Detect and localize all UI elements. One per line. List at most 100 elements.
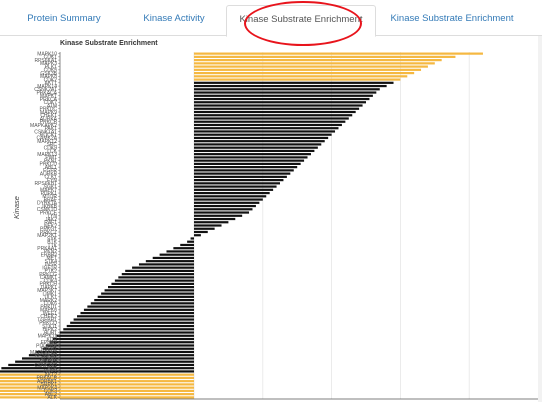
bar-mapk10[interactable]: [194, 52, 483, 55]
bar-egfr[interactable]: [194, 169, 294, 172]
bar-hipk2[interactable]: [63, 328, 194, 331]
bar-cdk1[interactable]: [194, 55, 456, 58]
tab-kinase-substrate-enrichment-2[interactable]: Kinase Substrate Enrichment: [382, 8, 522, 36]
bar-ttk[interactable]: [180, 243, 194, 247]
bar-camk1[interactable]: [118, 276, 194, 279]
bar-src[interactable]: [194, 143, 322, 146]
bar-ulk1[interactable]: [97, 295, 194, 298]
bar-csnk2a1[interactable]: [194, 88, 380, 91]
bar-prkcz[interactable]: [194, 230, 208, 234]
bar-grk2[interactable]: [0, 370, 195, 373]
bar-aurka[interactable]: [194, 117, 349, 120]
bar-pdgfrb[interactable]: [46, 344, 194, 347]
bar-abl1[interactable]: [194, 166, 298, 169]
bar-chek2[interactable]: [77, 315, 194, 318]
bar-atr[interactable]: [1, 367, 194, 370]
bar-cdk9[interactable]: [194, 146, 318, 149]
bar-cdk3[interactable]: [0, 389, 194, 392]
bar-clk1[interactable]: [194, 175, 287, 178]
bar-cdk4[interactable]: [114, 279, 194, 282]
bar-dapk1[interactable]: [108, 286, 194, 289]
bar-tgfbr1[interactable]: [73, 318, 194, 321]
bar-map2k1[interactable]: [194, 234, 201, 237]
bar-mapk11[interactable]: [56, 334, 195, 337]
bar-rps6kb1[interactable]: [194, 182, 280, 185]
bar-pim1[interactable]: [194, 156, 308, 159]
bar-rock1[interactable]: [194, 133, 332, 136]
bar-kdr[interactable]: [52, 337, 195, 341]
bar-adrbk1[interactable]: [0, 380, 195, 383]
bar-akt1[interactable]: [194, 81, 394, 84]
bar-lyn[interactable]: [194, 214, 243, 217]
bar-stk4[interactable]: [145, 260, 194, 263]
bar-pkn1[interactable]: [194, 159, 305, 162]
bar-cdk2[interactable]: [194, 78, 401, 81]
bar-prkcq[interactable]: [70, 321, 194, 324]
bar-ptk2[interactable]: [125, 269, 194, 273]
bar-met[interactable]: [152, 256, 194, 260]
bar-mapk6[interactable]: [83, 308, 194, 311]
bar-gsk3b[interactable]: [194, 71, 415, 75]
bar-mapk7[interactable]: [194, 188, 274, 191]
bar-stk11[interactable]: [66, 324, 194, 328]
bar-prkcd[interactable]: [194, 162, 301, 165]
bar-fyn[interactable]: [194, 179, 284, 182]
bar-mapk14[interactable]: [194, 84, 387, 88]
bar-fgfr1[interactable]: [42, 347, 194, 350]
bar-mapkapk2[interactable]: [194, 123, 342, 127]
bar-mapk3[interactable]: [194, 62, 435, 65]
scrollbar[interactable]: [538, 36, 542, 402]
tab-kinase-substrate-enrichment-active[interactable]: Kinase Substrate Enrichment: [226, 5, 376, 37]
bar-raf1[interactable]: [194, 221, 229, 224]
bar-igf1r[interactable]: [132, 266, 194, 269]
bar-btk[interactable]: [187, 240, 194, 243]
bar-wee1[interactable]: [80, 311, 194, 315]
bar-chek1[interactable]: [194, 114, 353, 117]
bar-cdk6[interactable]: [90, 302, 194, 305]
bar-pdpk1[interactable]: [194, 191, 270, 195]
bar-epha2[interactable]: [49, 341, 194, 344]
bar-srpk1[interactable]: [0, 383, 194, 386]
bar-camk2a[interactable]: [194, 136, 329, 140]
bar-prkch[interactable]: [111, 282, 194, 285]
bar-prkca[interactable]: [194, 97, 370, 101]
bar-pak1[interactable]: [194, 127, 339, 130]
bar-prkacb[interactable]: [0, 376, 194, 380]
bar-aurkb[interactable]: [194, 172, 291, 175]
bar-limk1[interactable]: [101, 292, 194, 295]
bar-map2k4[interactable]: [0, 386, 194, 389]
bar-jak2[interactable]: [194, 217, 236, 221]
bar-pkn2[interactable]: [166, 250, 194, 253]
bar-ikbkb[interactable]: [194, 204, 256, 208]
bar-prkcg[interactable]: [121, 273, 194, 276]
bar-insr[interactable]: [138, 263, 194, 266]
tab-protein-summary[interactable]: Protein Summary: [22, 8, 106, 36]
bar-bub1[interactable]: [59, 331, 195, 334]
bar-prkdc[interactable]: [194, 107, 360, 110]
bar-alk[interactable]: [0, 396, 194, 399]
bar-dyrk1a[interactable]: [194, 201, 260, 204]
bar-atm[interactable]: [194, 104, 363, 107]
bar-braf[interactable]: [194, 198, 263, 201]
bar-rps6ka1[interactable]: [194, 59, 442, 62]
bar-mark2[interactable]: [94, 298, 194, 302]
bar-prkce[interactable]: [194, 211, 250, 214]
bar-csnk1a1[interactable]: [194, 130, 336, 133]
bar-abl2[interactable]: [0, 393, 195, 396]
bar-syk[interactable]: [190, 237, 194, 240]
bar-akt2[interactable]: [0, 373, 194, 376]
bar-mapk12[interactable]: [194, 140, 325, 143]
bar-mapk8[interactable]: [194, 75, 408, 78]
bar-mapk13[interactable]: [194, 153, 311, 156]
bar-prkg1[interactable]: [194, 227, 215, 230]
bar-erbb2[interactable]: [159, 253, 194, 256]
bar-plk1[interactable]: [194, 65, 428, 68]
bar-csnk1d[interactable]: [194, 208, 253, 211]
bar-mapk1[interactable]: [194, 94, 373, 97]
bar-sgk1[interactable]: [194, 185, 277, 188]
bar-mtor[interactable]: [194, 195, 267, 198]
bar-prkaca[interactable]: [194, 91, 377, 94]
bar-prkaa1[interactable]: [173, 247, 194, 250]
bar-cdk7[interactable]: [194, 101, 366, 104]
bar-nek2[interactable]: [194, 224, 222, 227]
